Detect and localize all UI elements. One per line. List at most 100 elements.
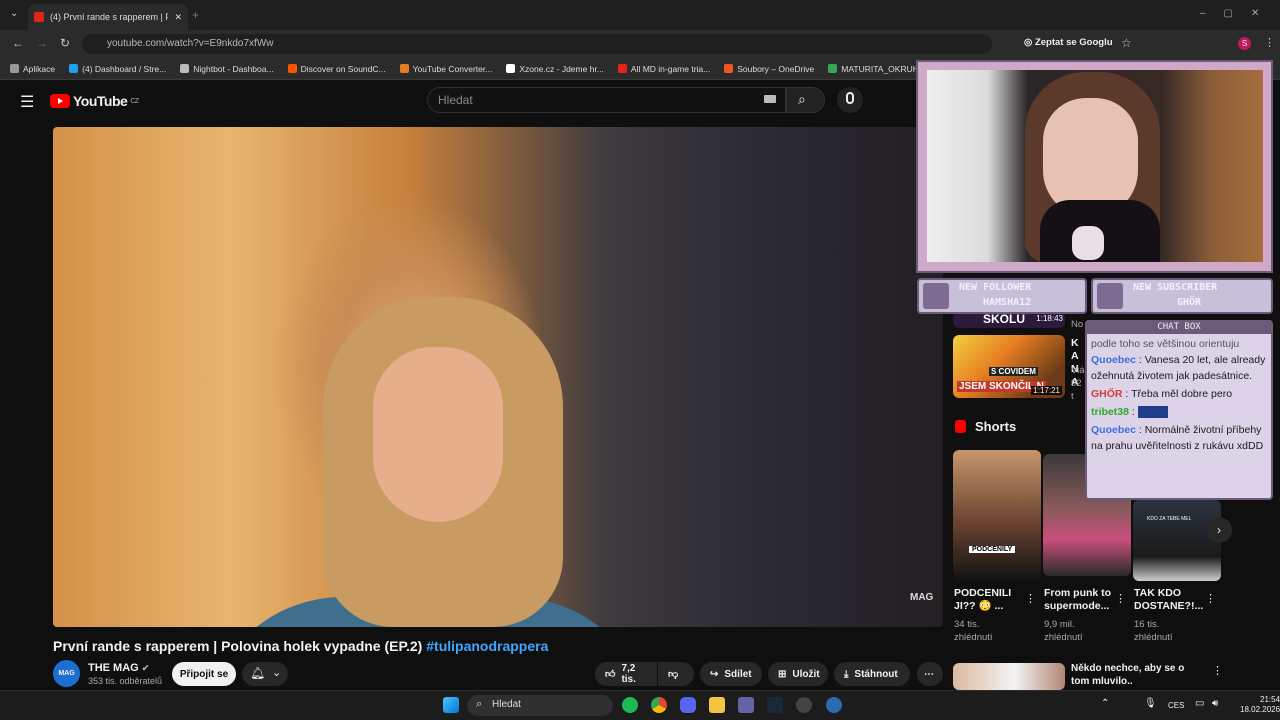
taskbar-search[interactable]: Hledat	[467, 695, 613, 716]
recommendation-thumbnail[interactable]: S COVIDEM JSEM SKONČIL N 1:17:21	[953, 335, 1065, 398]
bookmark-item[interactable]: (4) Dashboard / Stre...	[69, 64, 166, 74]
chrome-icon[interactable]	[651, 697, 667, 713]
video-subject-face	[373, 347, 503, 522]
close-tab-icon[interactable]: ✕	[174, 12, 182, 23]
url-field[interactable]: youtube.com/watch?v=E9nkdo7xfWw	[82, 34, 992, 54]
browser-tab[interactable]: (4) První rande s rapperem | Po ✕	[28, 4, 188, 30]
like-count: 7,2 tis.	[621, 663, 636, 685]
recommendation-menu-icon[interactable]: ⋮	[1212, 664, 1223, 677]
obs-icon[interactable]	[796, 697, 812, 713]
bookmark-favicon-icon	[69, 64, 79, 73]
user-icon	[1097, 283, 1123, 309]
keyboard-icon[interactable]	[764, 95, 776, 103]
channel-name-text: THE MAG	[88, 662, 139, 674]
bookmark-item[interactable]: Aplikace	[10, 64, 55, 74]
share-icon: ↪	[710, 668, 719, 680]
network-icon[interactable]: ▭	[1195, 698, 1204, 709]
bookmark-label: Xzone.cz - Jdeme hr...	[519, 63, 604, 74]
bookmark-item[interactable]: Xzone.cz - Jdeme hr...	[506, 64, 604, 74]
short-thumbnail[interactable]: PODCENILY	[953, 450, 1041, 581]
bookmark-item[interactable]: YouTube Converter...	[399, 63, 493, 74]
thumbnail-text: S COVIDEM	[989, 367, 1038, 376]
show-hidden-icons-icon[interactable]: ⌃	[1101, 698, 1109, 709]
video-title-text: První rande s rapperem | Polovina holek …	[53, 638, 423, 654]
bookmark-item[interactable]: Nightbot - Dashboa...	[180, 64, 274, 74]
recommendation-thumbnail[interactable]	[953, 663, 1065, 690]
save-icon: ⊞	[778, 668, 787, 680]
bookmark-star-icon[interactable]: ☆	[1121, 36, 1132, 50]
youtube-logo[interactable]: YouTube CZ	[50, 93, 139, 109]
system-clock[interactable]: 21:54 18.02.2026	[1240, 695, 1280, 715]
more-actions-button[interactable]: ⋯	[917, 662, 943, 686]
volume-icon[interactable]: 🔊︎	[1212, 698, 1218, 709]
windows-taskbar	[0, 690, 1280, 720]
share-button[interactable]: ↪ Sdílet	[700, 662, 762, 686]
short-title[interactable]: PODCENILI JI?? 😳 ...	[954, 587, 1018, 613]
back-icon[interactable]: ←	[12, 36, 24, 50]
profile-avatar[interactable]: S	[1238, 37, 1251, 50]
chat-username: tribet38	[1091, 406, 1129, 418]
forward-icon[interactable]: →	[36, 36, 48, 50]
download-button[interactable]: ⤓ Stáhnout	[834, 662, 910, 686]
browser-menu-icon[interactable]: ⋮	[1264, 36, 1275, 49]
window-controls[interactable]: –▢✕	[1200, 8, 1277, 19]
notification-bell-button[interactable]: 🔔︎ ⌄	[242, 662, 288, 686]
short-title[interactable]: From punk to supermode...	[1044, 587, 1114, 613]
windows-start-icon[interactable]	[443, 697, 459, 713]
app-icon[interactable]	[826, 697, 842, 713]
video-hashtag-link[interactable]: #tulipanodrappera	[426, 638, 548, 654]
short-title[interactable]: TAK KDO DOSTANE?!...	[1134, 587, 1203, 613]
search-input[interactable]: Hledat	[427, 87, 786, 113]
search-button[interactable]: ⌕	[786, 87, 825, 113]
dislike-button[interactable]: 👎︎	[658, 662, 694, 686]
channel-name[interactable]: THE MAG ✔	[88, 662, 149, 674]
short-views: 9,9 mil. zhlédnutí	[1044, 619, 1083, 643]
save-button[interactable]: ⊞ Uložit	[768, 662, 828, 686]
like-button[interactable]: 👍︎ 7,2 tis.	[595, 662, 657, 686]
recommendation-thumbnail[interactable]: SKOLU 1:18:43	[953, 312, 1065, 328]
voice-search-button[interactable]	[837, 87, 863, 113]
tab-list-icon[interactable]: ⌄	[10, 8, 18, 19]
steam-icon[interactable]	[767, 697, 783, 713]
chat-box: podle toho se většinou orientuju Quoebec…	[1085, 320, 1273, 500]
google-lens-icon: ◎	[1024, 37, 1035, 48]
short-thumbnail[interactable]: KDO ZA TEBE MEL	[1133, 500, 1221, 581]
spotify-icon[interactable]	[622, 697, 638, 713]
chat-username: GHŐR	[1091, 388, 1123, 400]
discord-icon[interactable]	[680, 697, 696, 713]
short-menu-icon[interactable]: ⋮	[1115, 592, 1126, 605]
language-indicator[interactable]: CES	[1168, 701, 1184, 710]
search-icon: ⌕	[798, 91, 806, 107]
bookmark-item[interactable]: MATURITA_OKRUH...	[828, 64, 926, 74]
short-menu-icon[interactable]: ⋮	[1205, 592, 1216, 605]
download-icon: ⤓	[844, 668, 849, 680]
chevron-down-icon: ⌄	[272, 667, 282, 679]
follower-name: HAMSHA12	[983, 297, 1032, 308]
microphone-icon[interactable]: 🎙︎	[1144, 698, 1157, 709]
youtube-logo-text: YouTube	[73, 93, 128, 109]
video-watermark: MAG	[910, 592, 934, 603]
reload-icon[interactable]: ↻	[60, 36, 70, 50]
recommendation-title[interactable]: Někdo nechce, aby se o tom mluvilo..	[1071, 662, 1196, 688]
bookmark-item[interactable]: Soubory – OneDrive	[724, 64, 814, 74]
file-explorer-icon[interactable]	[709, 697, 725, 713]
subscribe-button[interactable]: Připojit se	[172, 662, 236, 686]
hamburger-menu-icon[interactable]: ☰	[20, 92, 34, 112]
teams-icon[interactable]	[738, 697, 754, 713]
bookmark-item[interactable]: Discover on SoundC...	[287, 64, 386, 74]
microphone-icon	[846, 92, 854, 104]
shorts-next-button[interactable]: ›	[1206, 517, 1232, 543]
video-duration: 1:18:43	[1036, 314, 1063, 323]
bookmark-label: (4) Dashboard / Stre...	[82, 63, 167, 74]
bookmark-label: YouTube Converter...	[412, 63, 493, 74]
video-player[interactable]	[53, 127, 943, 627]
new-tab-icon[interactable]: +	[192, 8, 199, 22]
ask-google-label: Zeptat se Googlu	[1034, 37, 1113, 48]
short-menu-icon[interactable]: ⋮	[1025, 592, 1036, 605]
emote-icon	[1137, 406, 1168, 419]
channel-avatar[interactable]: MAG	[53, 660, 80, 687]
bookmark-item[interactable]: All MD in-game tria...	[617, 64, 710, 74]
ask-google-button[interactable]: ◎ Zeptat se Googlu	[1024, 37, 1113, 48]
youtube-play-icon	[50, 94, 70, 108]
bookmark-label: MATURITA_OKRUH...	[841, 63, 926, 74]
